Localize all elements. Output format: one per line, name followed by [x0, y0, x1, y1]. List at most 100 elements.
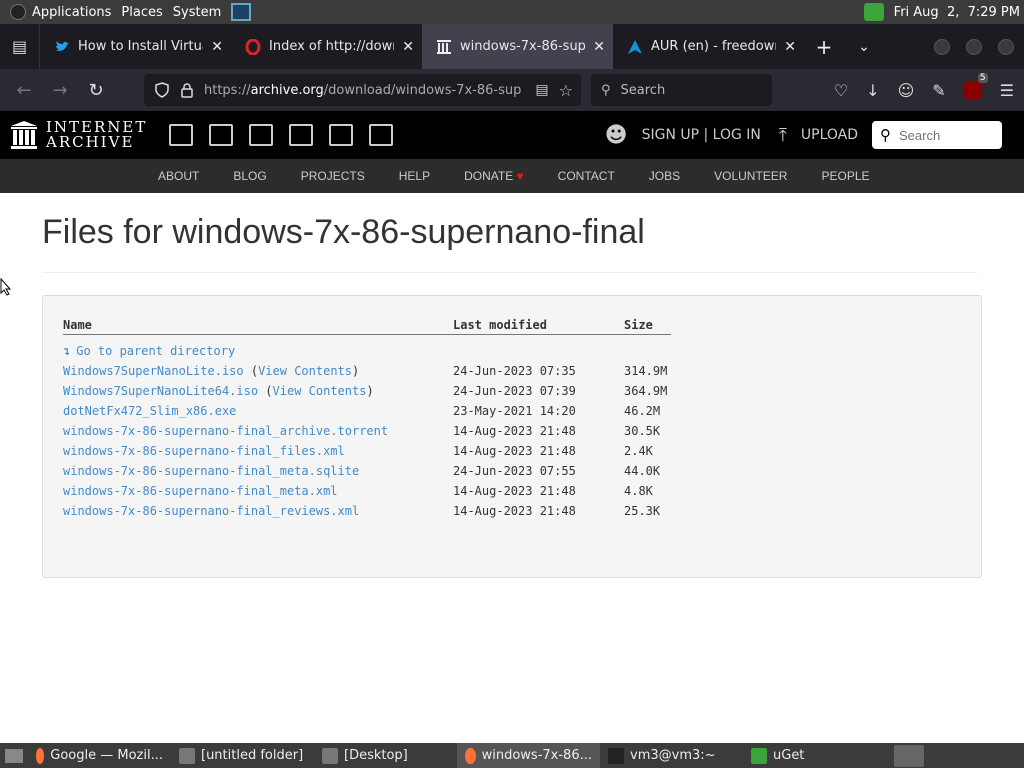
task-list: Google — Mozil... [untitled folder] [Deskt… [28, 743, 886, 768]
file-name-cell: windows-7x-86-supernano-final_meta.sqlit… [63, 461, 453, 481]
view-contents-link[interactable]: View Contents [273, 384, 367, 398]
file-row: windows-7x-86-supernano-final_meta.xml 14… [63, 481, 671, 501]
upload-icon[interactable]: ⤒ [779, 125, 787, 146]
ia-search-box[interactable]: ⚲ [872, 121, 1002, 149]
software-floppy-icon[interactable] [329, 124, 354, 146]
minimize-window-button[interactable] [934, 38, 950, 55]
file-link[interactable]: Windows7SuperNanoLite.iso [63, 364, 244, 378]
places-menu[interactable]: Places [121, 5, 162, 20]
tab-windows-7x[interactable]: windows-7x-86-supernano ✕ [422, 24, 613, 69]
maximize-window-button[interactable] [966, 38, 982, 55]
file-link[interactable]: windows-7x-86-supernano-final_reviews.xm… [63, 504, 359, 518]
firefox-view-button[interactable]: ▤ [0, 24, 40, 69]
tab-index-of[interactable]: Index of http://download ✕ [231, 24, 422, 69]
internet-archive-temple-icon [11, 121, 37, 149]
texts-book-icon[interactable] [209, 124, 234, 146]
applications-menu[interactable]: Applications [10, 4, 111, 20]
pocket-icon[interactable]: ♡ [834, 81, 848, 100]
tab-virtualbox[interactable]: How to Install VirtualBox ✕ [40, 24, 231, 69]
taskbar-task[interactable]: vm3@vm3:~ [600, 743, 743, 768]
back-button[interactable]: ← [6, 80, 42, 101]
nav-volunteer[interactable]: VOLUNTEER [714, 169, 787, 183]
view-contents-link[interactable]: View Contents [258, 364, 352, 378]
close-tab-icon[interactable]: ✕ [211, 39, 223, 55]
nav-help[interactable]: HELP [399, 169, 430, 183]
file-size: 25.3K [624, 503, 661, 518]
hamburger-menu-icon[interactable]: ☰ [1000, 81, 1014, 100]
ia-logo-text: INTERNET ARCHIVE [46, 120, 147, 150]
column-header-name[interactable]: Name [63, 316, 453, 335]
nav-contact[interactable]: CONTACT [558, 169, 615, 183]
url-text: https://archive.org/download/windows-7x-… [204, 83, 525, 98]
signup-login-link[interactable]: SIGN UP | LOG IN [642, 127, 761, 143]
user-icon[interactable]: ☻ [605, 123, 628, 148]
file-row: dotNetFx472_Slim_x86.exe 23-May-2021 14:2… [63, 401, 671, 421]
file-link[interactable]: windows-7x-86-supernano-final_meta.xml [63, 484, 338, 498]
nav-projects[interactable]: PROJECTS [301, 169, 365, 183]
ia-logo[interactable]: INTERNET ARCHIVE [10, 120, 147, 150]
search-icon: ⚲ [601, 82, 611, 98]
new-tab-button[interactable]: + [804, 35, 844, 59]
taskbar-task[interactable]: [untitled folder] [171, 743, 314, 768]
reader-view-icon[interactable]: ▤ [535, 82, 548, 98]
audio-speaker-icon[interactable] [289, 124, 314, 146]
taskbar-task-label: windows-7x-86... [481, 748, 592, 763]
nav-about[interactable]: ABOUT [158, 169, 199, 183]
show-desktop-button[interactable] [0, 743, 28, 768]
tab-aur[interactable]: AUR (en) - freedownload ✕ [613, 24, 804, 69]
column-header-size[interactable]: Size [624, 316, 671, 335]
nav-blog[interactable]: BLOG [233, 169, 266, 183]
close-window-button[interactable] [998, 38, 1014, 55]
extensions-icon[interactable]: ✎ [932, 81, 945, 100]
nav-donate[interactable]: DONATE ♥ [464, 169, 524, 183]
file-modified: 14-Aug-2023 21:48 [453, 423, 576, 438]
list-all-tabs-button[interactable]: ⌄ [844, 39, 884, 55]
close-tab-icon[interactable]: ✕ [402, 39, 414, 55]
account-icon[interactable]: ☺ [898, 81, 915, 100]
nav-jobs[interactable]: JOBS [649, 169, 680, 183]
shield-icon[interactable] [154, 82, 170, 98]
ia-search-input[interactable] [899, 127, 989, 143]
file-name-cell: windows-7x-86-supernano-final_reviews.xm… [63, 501, 453, 521]
column-header-modified[interactable]: Last modified [453, 316, 624, 335]
taskbar-task[interactable]: uGet [743, 743, 886, 768]
file-link[interactable]: windows-7x-86-supernano-final_meta.sqlit… [63, 464, 359, 478]
system-menu[interactable]: System [173, 5, 221, 20]
parent-directory-link[interactable]: ↴ Go to parent directory [63, 344, 235, 358]
distro-logo-icon [10, 4, 26, 20]
taskbar-task[interactable]: Google — Mozil... [28, 743, 171, 768]
web-icon[interactable] [169, 124, 194, 146]
file-row: windows-7x-86-supernano-final_files.xml 1… [63, 441, 671, 461]
file-link[interactable]: windows-7x-86-supernano-final_archive.to… [63, 424, 388, 438]
forward-button[interactable]: → [42, 80, 78, 101]
file-link[interactable]: dotNetFx472_Slim_x86.exe [63, 404, 236, 418]
workspace-switcher[interactable] [894, 744, 924, 767]
file-modified: 24-Jun-2023 07:39 [453, 383, 576, 398]
search-bar[interactable]: ⚲ Search [591, 74, 772, 106]
system-monitor-launcher[interactable] [231, 3, 252, 21]
reload-button[interactable]: ↻ [78, 80, 114, 101]
file-link[interactable]: windows-7x-86-supernano-final_files.xml [63, 444, 345, 458]
images-icon[interactable] [369, 124, 394, 146]
address-bar[interactable]: https://archive.org/download/windows-7x-… [144, 74, 581, 106]
search-icon: ⚲ [880, 126, 891, 144]
close-tab-icon[interactable]: ✕ [593, 39, 605, 55]
url-path: /download/windows-7x-86-sup [323, 82, 522, 98]
bookmark-star-icon[interactable]: ☆ [559, 81, 573, 100]
page-content: Files for windows-7x-86-supernano-final … [0, 193, 1024, 743]
upload-link[interactable]: UPLOAD [801, 127, 858, 143]
close-tab-icon[interactable]: ✕ [784, 39, 796, 55]
taskbar-task[interactable]: [Desktop] [314, 743, 457, 768]
places-menu-label: Places [121, 4, 163, 20]
clock[interactable]: Fri Aug 2, 7:29 PM [894, 5, 1020, 20]
grammar-app-icon[interactable] [863, 3, 884, 21]
lock-icon[interactable] [180, 82, 194, 98]
browser-tab-bar: ▤ How to Install VirtualBox ✕ Index of h… [0, 24, 1024, 69]
video-film-icon[interactable] [249, 124, 274, 146]
ublock-origin-icon[interactable]: 5 [963, 73, 988, 99]
downloads-icon[interactable]: ↓ [866, 81, 879, 100]
taskbar-task[interactable]: windows-7x-86... [457, 743, 600, 768]
nav-people[interactable]: PEOPLE [821, 169, 869, 183]
file-link[interactable]: Windows7SuperNanoLite64.iso [63, 384, 258, 398]
file-name-cell: windows-7x-86-supernano-final_archive.to… [63, 421, 453, 441]
